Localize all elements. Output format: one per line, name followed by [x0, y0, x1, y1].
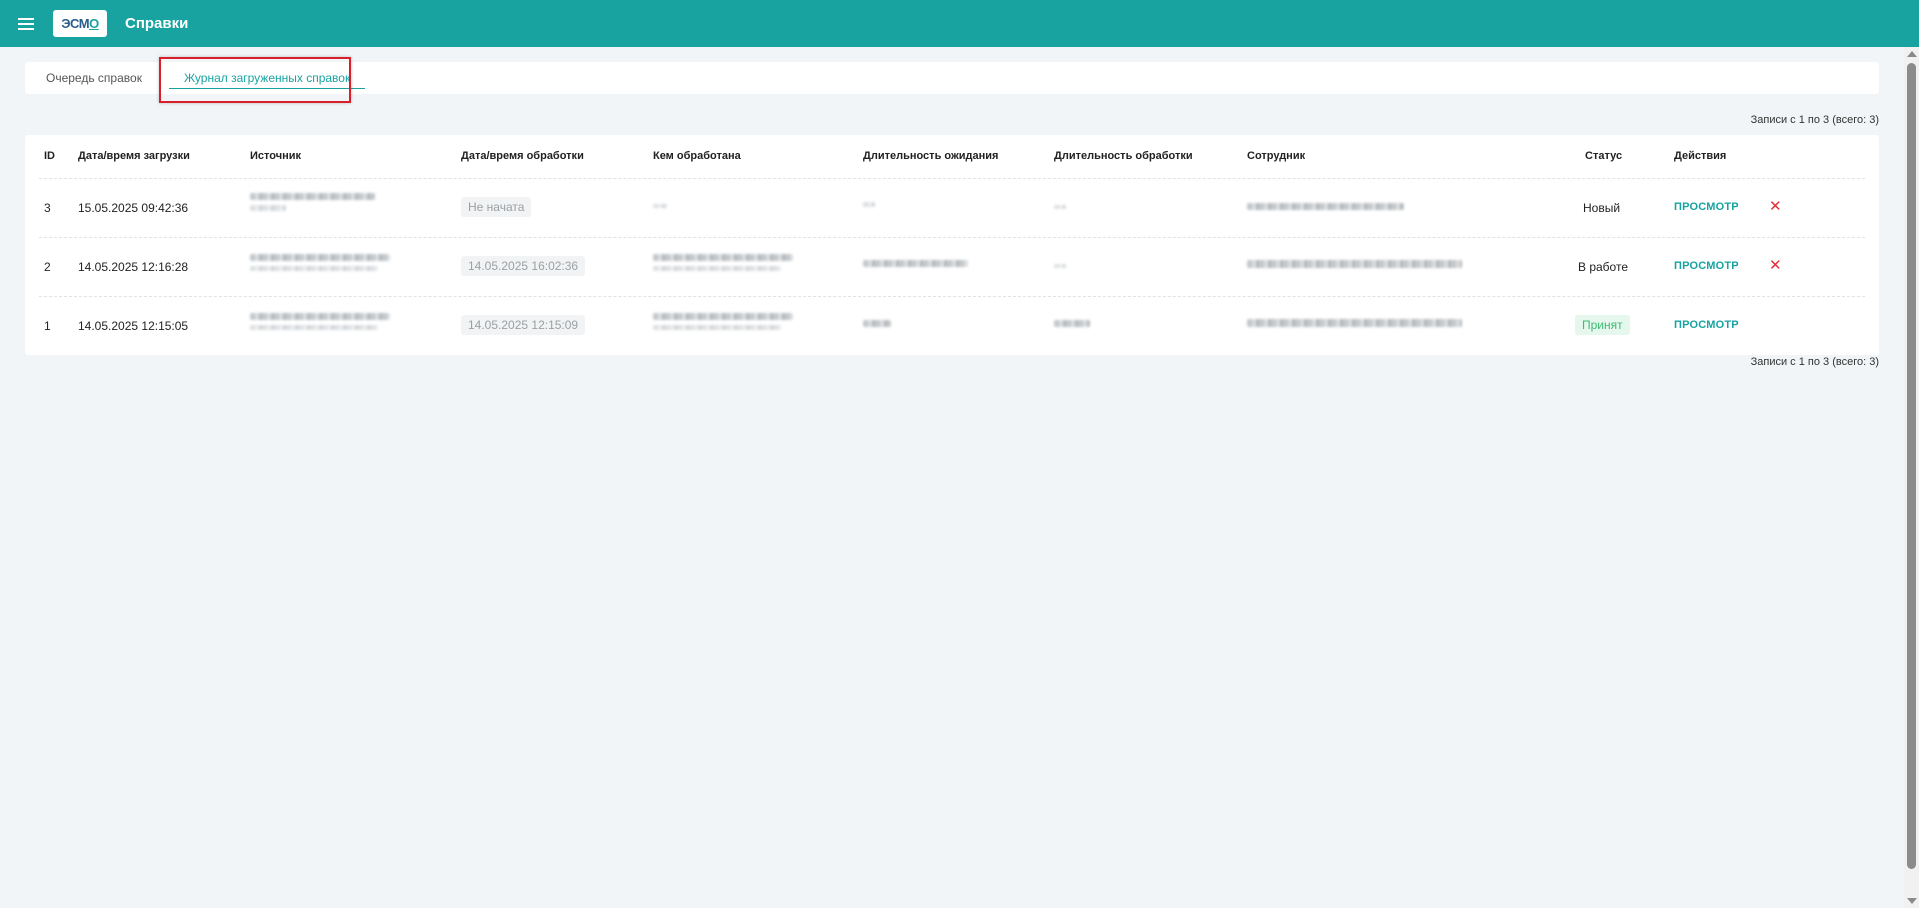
- not-started-badge: Не начата: [461, 197, 532, 217]
- column-header-id[interactable]: ID: [44, 150, 55, 162]
- cell-source-redacted: [250, 254, 390, 271]
- logo-text: ЭСМ: [61, 16, 90, 31]
- scroll-thumb[interactable]: [1907, 63, 1916, 869]
- cell-processed-by-redacted: [653, 204, 667, 208]
- cell-wait-duration-redacted: [863, 320, 891, 327]
- scroll-down-arrow-icon[interactable]: [1907, 898, 1917, 904]
- column-header-status[interactable]: Статус: [1585, 150, 1622, 162]
- column-header-actions: Действия: [1674, 150, 1727, 162]
- close-x-icon[interactable]: ✕: [1769, 258, 1782, 273]
- cell-id: 3: [44, 201, 51, 215]
- cell-processed-at: Не начата: [461, 197, 532, 217]
- cell-id: 2: [44, 260, 51, 274]
- column-header-processed-at[interactable]: Дата/время обработки: [461, 150, 584, 162]
- column-header-employee[interactable]: Сотрудник: [1247, 150, 1305, 162]
- cell-processed-at: 14.05.2025 12:15:09: [461, 315, 586, 335]
- tab-queue[interactable]: Очередь справок: [25, 62, 163, 94]
- column-header-process-duration[interactable]: Длительность обработки: [1054, 150, 1193, 162]
- app-logo[interactable]: ЭСМ О: [53, 10, 107, 37]
- cell-uploaded-at: 14.05.2025 12:15:05: [78, 319, 189, 333]
- cell-process-duration-redacted: [1054, 264, 1066, 268]
- cell-processed-by-redacted: [653, 313, 793, 330]
- status-badge: В работе: [1578, 260, 1629, 274]
- column-header-processed-by[interactable]: Кем обработана: [653, 150, 741, 162]
- cell-employee-redacted: [1247, 319, 1462, 327]
- records-info-top: Записи с 1 по 3 (всего: 3): [1750, 114, 1879, 126]
- tab-upload-journal[interactable]: Журнал загруженных справок: [163, 62, 371, 94]
- cell-process-duration-redacted: [1054, 320, 1090, 327]
- cell-employee-redacted: [1247, 203, 1404, 210]
- page-title: Справки: [125, 15, 189, 32]
- processed-at-badge: 14.05.2025 16:02:36: [461, 256, 586, 276]
- column-header-wait-duration[interactable]: Длительность ожидания: [863, 150, 998, 162]
- cell-processed-at: 14.05.2025 16:02:36: [461, 256, 586, 276]
- view-button[interactable]: ПРОСМОТР: [1674, 260, 1739, 272]
- view-button[interactable]: ПРОСМОТР: [1674, 319, 1739, 331]
- table-row[interactable]: 2 14.05.2025 12:16:28 14.05.2025 16:02:3…: [25, 238, 1879, 297]
- logo-text-accent: О: [89, 16, 99, 31]
- column-header-source[interactable]: Источник: [250, 150, 301, 162]
- table-row[interactable]: 3 15.05.2025 09:42:36 Не начата Новый ПР…: [25, 179, 1879, 238]
- processed-at-badge: 14.05.2025 12:15:09: [461, 315, 586, 335]
- status-badge: Принят: [1575, 315, 1630, 335]
- cell-source-redacted: [250, 193, 375, 211]
- column-header-uploaded-at[interactable]: Дата/время загрузки: [78, 150, 190, 162]
- records-table: ID Дата/время загрузки Источник Дата/вре…: [25, 135, 1879, 355]
- cell-process-duration-redacted: [1054, 205, 1066, 209]
- close-x-icon[interactable]: ✕: [1769, 199, 1782, 214]
- app-header: ЭСМ О Справки: [0, 0, 1919, 47]
- vertical-scrollbar[interactable]: [1904, 47, 1919, 908]
- status-badge: Новый: [1583, 201, 1621, 215]
- cell-uploaded-at: 14.05.2025 12:16:28: [78, 260, 189, 274]
- cell-uploaded-at: 15.05.2025 09:42:36: [78, 201, 189, 215]
- cell-wait-duration-redacted: [863, 260, 968, 267]
- cell-wait-duration-redacted: [863, 202, 875, 207]
- menu-button[interactable]: [0, 0, 52, 47]
- cell-processed-by-redacted: [653, 254, 793, 271]
- records-info-bottom: Записи с 1 по 3 (всего: 3): [1750, 356, 1879, 368]
- cell-id: 1: [44, 319, 51, 333]
- view-button[interactable]: ПРОСМОТР: [1674, 201, 1739, 213]
- cell-status: Принят: [1575, 315, 1630, 335]
- scroll-up-arrow-icon[interactable]: [1907, 51, 1917, 57]
- hamburger-menu-icon: [18, 17, 34, 30]
- cell-employee-redacted: [1247, 260, 1462, 268]
- table-row[interactable]: 1 14.05.2025 12:15:05 14.05.2025 12:15:0…: [25, 297, 1879, 356]
- cell-source-redacted: [250, 313, 390, 330]
- tab-bar: Очередь справок Журнал загруженных справ…: [25, 62, 1879, 94]
